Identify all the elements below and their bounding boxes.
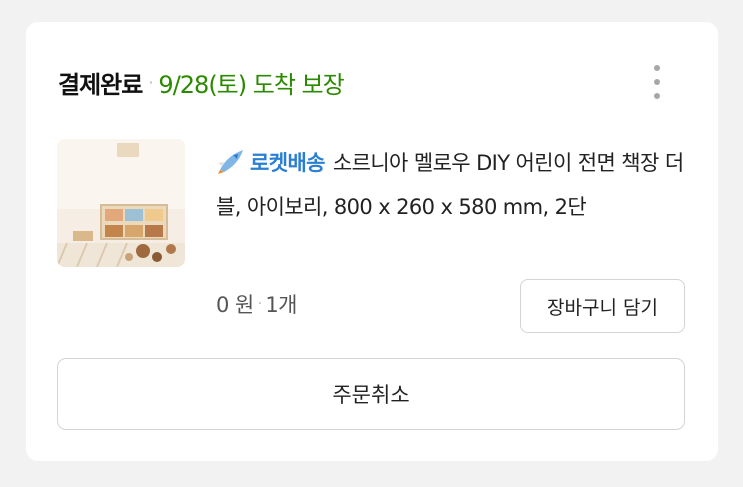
arrival-guarantee: 9/28(토) 도착 보장	[158, 70, 344, 99]
separator-dot: ·	[148, 72, 154, 92]
product-thumbnail[interactable]	[57, 139, 185, 267]
product-quantity: 1개	[265, 293, 297, 317]
rocket-delivery-badge: 로켓배송	[250, 151, 325, 175]
order-header: 결제완료 · 9/28(토) 도착 보장	[58, 62, 345, 102]
rocket-icon	[218, 150, 243, 174]
order-status: 결제완료	[58, 70, 143, 99]
cancel-order-button[interactable]: 주문취소	[57, 358, 685, 430]
more-options-icon[interactable]	[646, 65, 668, 99]
add-to-cart-button[interactable]: 장바구니 담기	[520, 279, 685, 333]
product-price: 0 원	[216, 293, 254, 317]
order-card: 결제완료 · 9/28(토) 도착 보장 로켓배송 소르니아 멜로우 DIY 어…	[26, 22, 718, 461]
price-quantity: 0 원 · 1개	[216, 289, 298, 319]
product-title[interactable]: 로켓배송 소르니아 멜로우 DIY 어린이 전면 책장 더블, 아이보리, 800…	[216, 141, 686, 229]
separator-dot: ·	[257, 296, 262, 312]
